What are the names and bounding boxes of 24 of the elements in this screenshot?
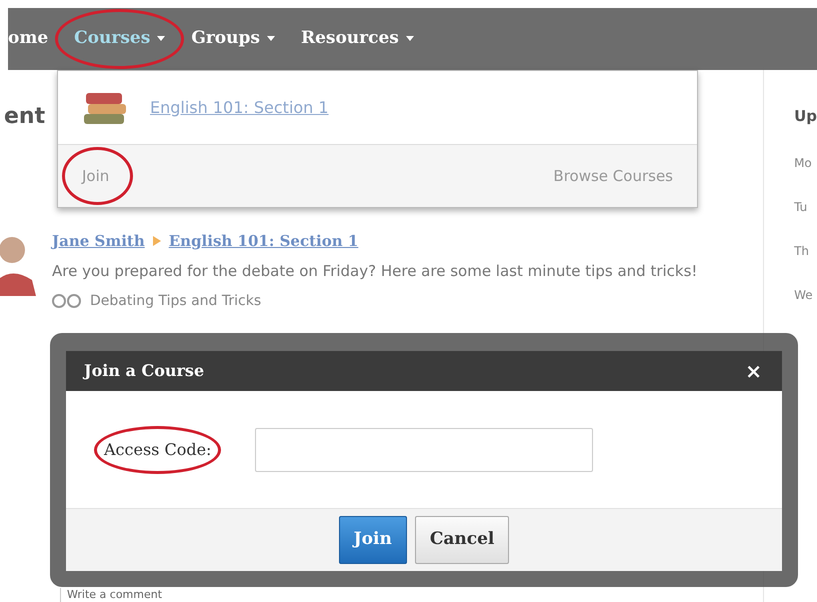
course-link[interactable]: English 101: Section 1 bbox=[168, 230, 358, 252]
post-message: Are you prepared for the debate on Friday? Here are some last minute tips and tricks! bbox=[52, 260, 698, 282]
attachment-icon bbox=[52, 293, 82, 309]
sidebar-label: Mo bbox=[794, 154, 813, 172]
sidebar-label: Th bbox=[794, 242, 810, 260]
modal-title: Join a Course bbox=[84, 360, 204, 382]
sidebar-label: Tu bbox=[794, 198, 808, 216]
course-menu-item[interactable]: English 101: Section 1 bbox=[150, 96, 329, 120]
sidebar-title: Up bbox=[794, 106, 817, 127]
nav-menu-item[interactable]: Groups bbox=[191, 26, 275, 52]
attachment-link[interactable]: Debating Tips and Tricks bbox=[90, 290, 262, 312]
field-label: Access Code: bbox=[104, 438, 212, 460]
close-button[interactable]: × bbox=[745, 361, 762, 381]
nav-menu-item[interactable]: ome bbox=[8, 26, 48, 52]
cancel-button[interactable]: Cancel bbox=[414, 516, 510, 564]
nav-menu-item[interactable]: Resources bbox=[300, 26, 414, 52]
access-code-input[interactable] bbox=[255, 428, 594, 472]
sidebar-label: We bbox=[794, 286, 814, 304]
browse-courses-link[interactable]: Browse Courses bbox=[553, 164, 673, 188]
section-title: ent bbox=[4, 103, 46, 131]
join-link[interactable]: Join bbox=[82, 164, 110, 188]
arrow-icon bbox=[152, 236, 161, 246]
author-link[interactable]: Jane Smith bbox=[52, 230, 145, 252]
join-button[interactable]: Join bbox=[338, 516, 407, 564]
